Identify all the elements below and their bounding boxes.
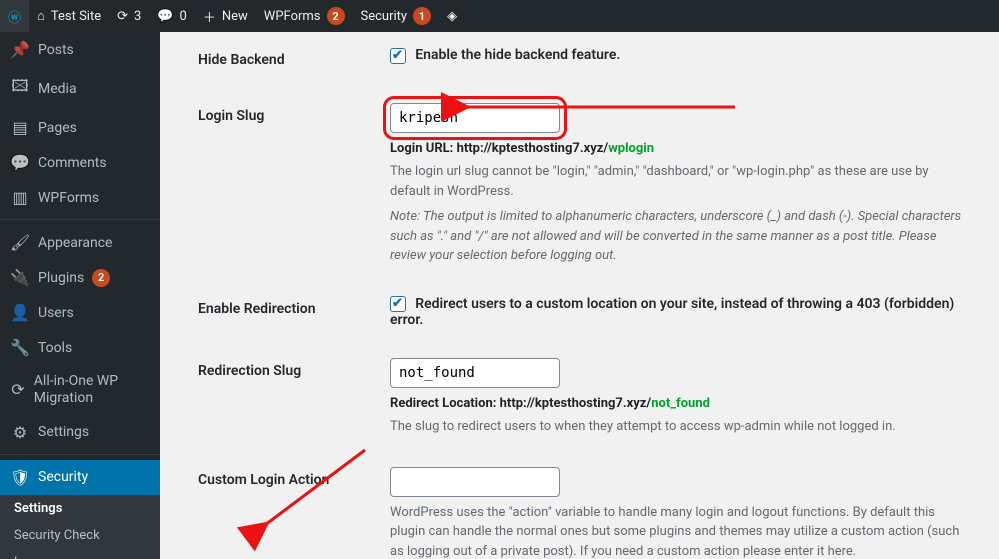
page-icon: ▤ [10, 118, 30, 137]
wpforms-adminbar[interactable]: WPForms2 [256, 0, 353, 32]
custom-login-action-label: Custom Login Action [160, 452, 380, 559]
submenu-settings[interactable]: Settings [0, 495, 160, 522]
redirection-slug-input[interactable] [390, 358, 560, 388]
migrate-icon: ⟳ [10, 380, 26, 399]
submenu-security-check[interactable]: Security Check [0, 522, 160, 549]
site-name[interactable]: ⌂Test Site [29, 0, 109, 32]
menu-users[interactable]: 👤Users [0, 295, 160, 330]
diamond-icon: ◈ [447, 9, 457, 24]
gear-icon: ⚙ [10, 423, 30, 442]
hide-backend-checkbox-label: Enable the hide backend feature. [415, 47, 620, 63]
menu-plugins[interactable]: 🔌Plugins 2 [0, 260, 160, 295]
wpforms-count-badge: 2 [327, 7, 345, 25]
user-icon: 👤 [10, 303, 30, 322]
adminbar-extra[interactable]: ◈ [439, 0, 465, 32]
plus-icon: ＋ [203, 7, 216, 26]
menu-pages[interactable]: ▤Pages [0, 110, 160, 145]
security-submenu: Settings Security Check Logs Go Pro [0, 495, 160, 559]
wp-logo[interactable]: ⓦ [0, 0, 29, 32]
comment-icon: 💬 [157, 9, 173, 24]
redirection-slug-label: Redirection Slug [160, 343, 380, 452]
refresh-icon: ⟳ [117, 9, 128, 24]
menu-media[interactable]: 🖾Media [0, 67, 160, 110]
redirection-slug-description: The slug to redirect users to when they … [390, 417, 969, 437]
wordpress-icon: ⓦ [8, 7, 21, 26]
security-adminbar[interactable]: Security1 [353, 0, 440, 32]
form-icon: ▥ [10, 188, 30, 207]
new-content[interactable]: ＋New [195, 0, 256, 32]
menu-separator [0, 215, 160, 220]
security-count-badge: 1 [413, 7, 431, 25]
content-area: Hide Backend Enable the hide backend fea… [160, 32, 999, 559]
enable-redirection-checkbox-label: Redirect users to a custom location on y… [390, 296, 954, 329]
enable-redirection-label: Enable Redirection [160, 281, 380, 344]
login-url-info: Login URL: http://kptesthosting7.xyz/wpl… [390, 141, 969, 156]
login-slug-input[interactable] [390, 103, 560, 133]
menu-aio-wp-migration[interactable]: ⟳All-in-One WP Migration [0, 365, 160, 415]
menu-posts[interactable]: 📌Posts [0, 32, 160, 67]
menu-appearance[interactable]: 🖌Appearance [0, 225, 160, 260]
redirect-location-info: Redirect Location: http://kptesthosting7… [390, 396, 969, 411]
comment-icon: 💬 [10, 153, 30, 172]
custom-login-action-description: WordPress uses the "action" variable to … [390, 503, 969, 559]
updates[interactable]: ⟳3 [109, 0, 149, 32]
custom-login-action-input[interactable] [390, 467, 560, 497]
media-icon: 🖾 [10, 75, 30, 102]
menu-security[interactable]: 🛡Security [0, 460, 160, 495]
login-slug-note: Note: The output is limited to alphanume… [390, 207, 969, 266]
plugins-count-badge: 2 [92, 269, 110, 287]
submenu-logs[interactable]: Logs [0, 549, 160, 559]
comments-moderation[interactable]: 💬0 [149, 0, 195, 32]
menu-separator [0, 450, 160, 455]
admin-menu: 📌Posts 🖾Media ▤Pages 💬Comments ▥WPForms … [0, 32, 160, 559]
wrench-icon: 🔧 [10, 338, 30, 357]
admin-bar: ⓦ ⌂Test Site ⟳3 💬0 ＋New WPForms2 Securit… [0, 0, 999, 32]
login-slug-label: Login Slug [160, 88, 380, 281]
shield-icon: 🛡 [10, 468, 30, 487]
menu-comments[interactable]: 💬Comments [0, 145, 160, 180]
menu-wpforms[interactable]: ▥WPForms [0, 180, 160, 215]
hide-backend-label: Hide Backend [160, 32, 380, 88]
plug-icon: 🔌 [10, 268, 30, 287]
enable-redirection-checkbox[interactable] [390, 296, 406, 312]
home-icon: ⌂ [37, 8, 45, 24]
hide-backend-checkbox[interactable] [390, 48, 406, 64]
menu-settings[interactable]: ⚙Settings [0, 415, 160, 450]
pin-icon: 📌 [10, 40, 30, 59]
login-slug-description: The login url slug cannot be "login," "a… [390, 162, 969, 201]
brush-icon: 🖌 [10, 233, 30, 252]
menu-tools[interactable]: 🔧Tools [0, 330, 160, 365]
